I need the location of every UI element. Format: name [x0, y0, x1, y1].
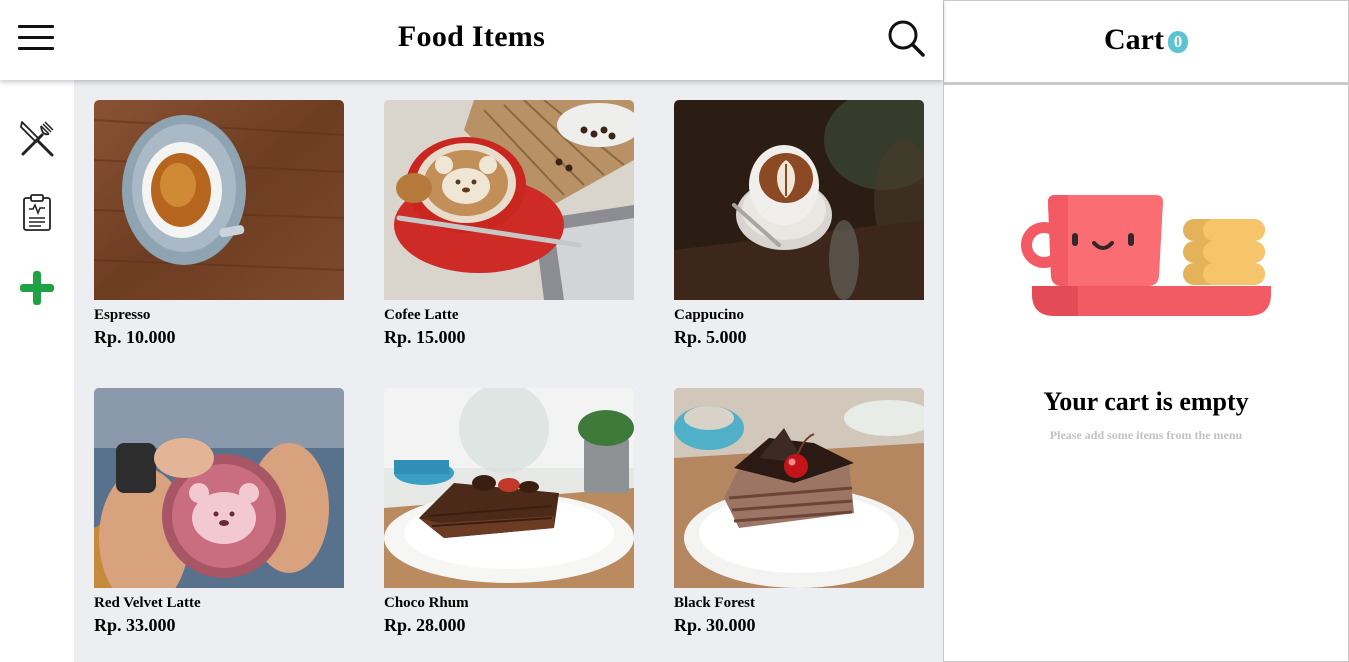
food-card-black-forest[interactable]: Black Forest Rp. 30.000 [674, 388, 924, 636]
empty-cart-subtitle: Please add some items from the menu [1049, 428, 1243, 442]
item-name: Cappucino [674, 307, 745, 323]
utensils-icon[interactable] [17, 118, 57, 158]
item-name: Espresso [94, 307, 151, 323]
food-card-cappucino[interactable]: Cappucino Rp. 5.000 [674, 100, 924, 348]
item-price: Rp. 5.000 [674, 327, 747, 347]
food-items-grid: Espresso Rp. 10.000 Cofee Latte Rp. 15.0… [74, 80, 943, 662]
cofee-latte-image[interactable] [384, 100, 634, 300]
food-card-red-velvet-latte[interactable]: Red Velvet Latte Rp. 33.000 [94, 388, 344, 636]
item-name: Cofee Latte [384, 307, 459, 323]
item-price: Rp. 33.000 [94, 615, 176, 635]
page-title: Food Items [397, 20, 546, 53]
cart-panel: Cart 0 Your cart is empty Please add some… [943, 0, 1349, 662]
search-icon[interactable] [886, 18, 926, 58]
item-price: Rp. 30.000 [674, 615, 756, 635]
choco-rhum-image[interactable] [384, 388, 634, 588]
item-price: Rp. 15.000 [384, 327, 466, 347]
item-price: Rp. 10.000 [94, 327, 176, 347]
black-forest-image[interactable] [674, 388, 924, 588]
food-card-espresso[interactable]: Espresso Rp. 10.000 [94, 100, 344, 348]
cappucino-image[interactable] [674, 100, 924, 300]
red-velvet-latte-image[interactable] [94, 388, 344, 588]
espresso-image[interactable] [94, 100, 344, 300]
cart-count-badge: 0 [1167, 31, 1188, 53]
clipboard-icon[interactable] [17, 193, 57, 233]
top-header: Food Items [0, 0, 943, 80]
item-price: Rp. 28.000 [384, 615, 466, 635]
food-card-choco-rhum[interactable]: Choco Rhum Rp. 28.000 [384, 388, 634, 636]
item-name: Black Forest [674, 595, 755, 611]
empty-cart-illustration [1021, 195, 1271, 316]
plus-icon[interactable] [17, 268, 57, 308]
cart-header: Cart 0 [944, 1, 1348, 85]
empty-cart-title: Your cart is empty [1043, 387, 1249, 416]
cart-title: Cart [1104, 23, 1164, 56]
food-card-cofee-latte[interactable]: Cofee Latte Rp. 15.000 [384, 100, 634, 348]
item-name: Choco Rhum [384, 595, 469, 611]
item-name: Red Velvet Latte [94, 595, 201, 611]
sidebar [0, 80, 74, 662]
